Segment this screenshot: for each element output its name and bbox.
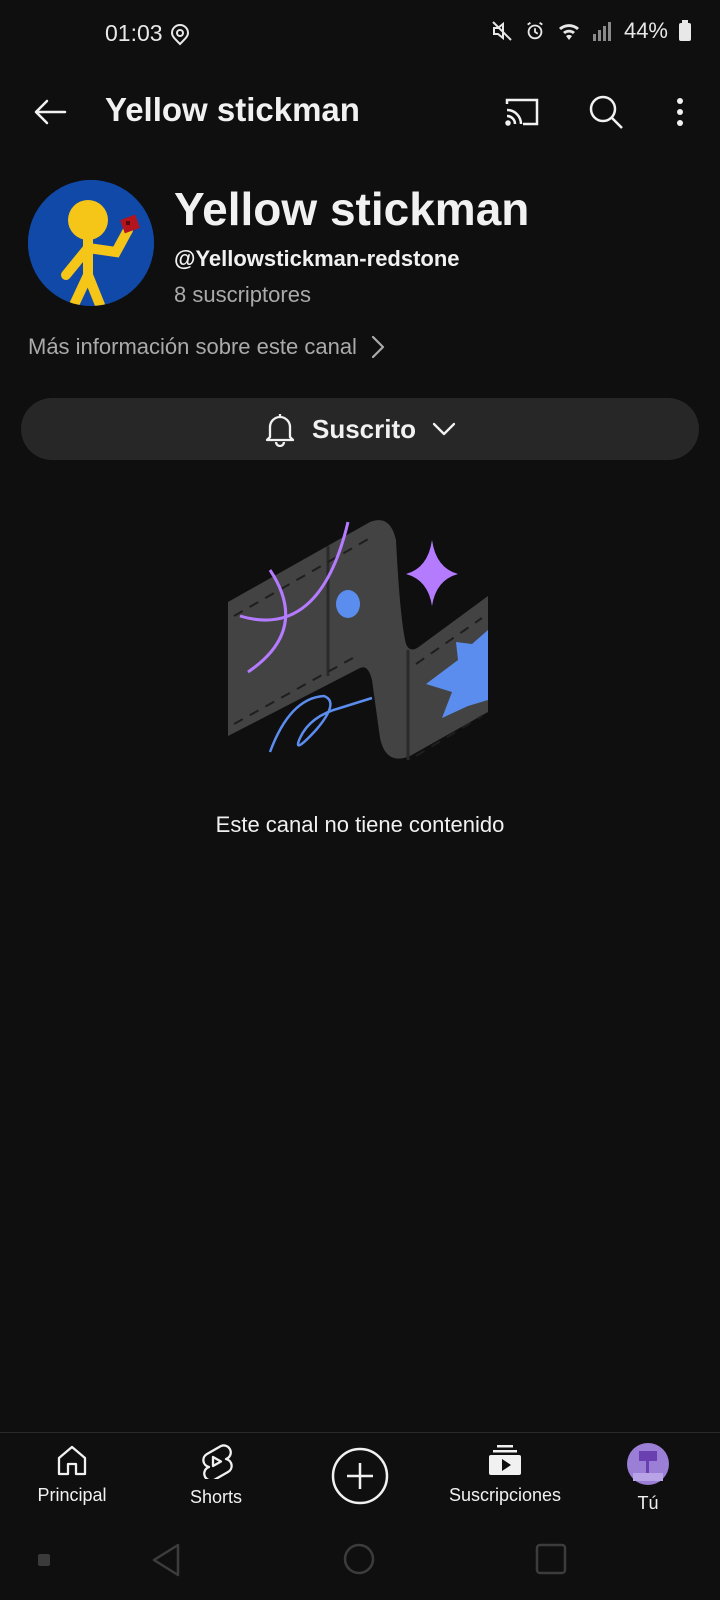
chevron-down-icon xyxy=(432,422,456,436)
nav-home-label: Principal xyxy=(37,1485,107,1505)
subscriber-count: 8 suscriptores xyxy=(174,282,311,307)
mute-icon xyxy=(490,19,514,43)
channel-name: Yellow stickman xyxy=(174,183,530,235)
signal-icon xyxy=(592,20,614,42)
nav-shorts[interactable]: Shorts xyxy=(166,1443,266,1508)
cast-icon[interactable] xyxy=(500,92,544,132)
profile-avatar xyxy=(627,1443,669,1485)
wifi-icon xyxy=(556,20,582,42)
nav-home[interactable]: Principal xyxy=(22,1443,122,1506)
create-plus-icon xyxy=(331,1447,389,1505)
nav-shorts-label: Shorts xyxy=(189,1487,243,1507)
empty-state-message: Este canal no tiene contenido xyxy=(215,812,505,837)
nav-create[interactable] xyxy=(330,1447,390,1505)
back-nav-icon[interactable] xyxy=(150,1542,182,1578)
battery-icon xyxy=(678,20,692,42)
recents-nav-icon[interactable] xyxy=(534,1542,568,1576)
home-icon xyxy=(55,1443,89,1477)
alarm-icon xyxy=(524,20,546,42)
nav-you-label: Tú xyxy=(637,1493,659,1513)
subscribed-button[interactable]: Suscrito xyxy=(21,398,699,460)
home-nav-icon[interactable] xyxy=(342,1542,376,1576)
subscribed-label: Suscrito xyxy=(311,413,417,444)
nav-subscriptions[interactable]: Suscripciones xyxy=(440,1443,570,1506)
nav-you[interactable]: Tú xyxy=(598,1443,698,1514)
nav-subscriptions-label: Suscripciones xyxy=(448,1485,562,1505)
system-navigation-bar xyxy=(0,1532,720,1600)
hotspot-icon xyxy=(168,24,192,48)
status-icons: 44% xyxy=(490,18,692,44)
more-vert-icon[interactable] xyxy=(660,92,700,132)
keyboard-hint-icon xyxy=(38,1554,50,1566)
shorts-icon xyxy=(199,1443,233,1479)
more-info-link[interactable]: Más información sobre este canal xyxy=(28,334,385,360)
channel-handle: @Yellowstickman-redstone xyxy=(174,246,460,271)
bell-icon xyxy=(264,411,296,447)
status-time: 01:03 xyxy=(105,20,163,46)
page-title: Yellow stickman xyxy=(105,91,360,128)
channel-avatar[interactable] xyxy=(28,180,154,306)
back-arrow-icon[interactable] xyxy=(28,90,72,134)
search-icon[interactable] xyxy=(584,92,628,132)
bottom-navigation: Principal Shorts Suscripciones Tú xyxy=(0,1432,720,1533)
empty-state-illustration xyxy=(220,520,500,770)
chevron-right-icon xyxy=(371,335,385,359)
more-info-label: Más información sobre este canal xyxy=(28,334,357,359)
battery-percent: 44% xyxy=(623,18,668,43)
subscriptions-icon xyxy=(487,1443,523,1477)
